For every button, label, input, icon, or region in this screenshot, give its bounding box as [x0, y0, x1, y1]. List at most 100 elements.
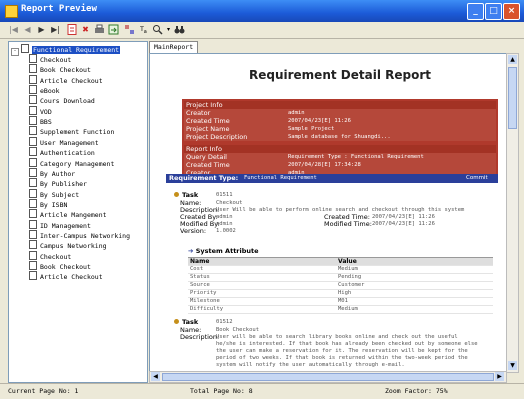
tree-item[interactable]: VOD	[29, 105, 52, 116]
delete-icon[interactable]: ✖	[80, 24, 91, 35]
commit-label: Commit	[466, 175, 488, 181]
horizontal-scrollbar[interactable]: ◀ ▶	[149, 371, 507, 383]
task-bullet-icon	[174, 319, 179, 324]
document-icon	[29, 240, 37, 250]
horizontal-scroll-thumb[interactable]	[162, 373, 494, 381]
requirement-type-label: Requirement Type:	[169, 174, 239, 182]
maximize-button[interactable]: □	[485, 3, 502, 20]
export-icon[interactable]	[108, 24, 119, 35]
document-icon	[29, 178, 37, 188]
scroll-left-icon[interactable]: ◀	[151, 372, 160, 381]
collapse-toggle-icon[interactable]: -	[11, 48, 19, 56]
tree-root-item[interactable]: - Functional Requirement	[11, 44, 121, 56]
tree-item-label: By Subject	[40, 190, 80, 199]
system-attribute-heading: ➔ System Attribute	[188, 247, 259, 255]
tree-item[interactable]: Authentication	[29, 147, 95, 157]
tree-item[interactable]: Article Mangement	[29, 209, 107, 220]
close-button[interactable]: ×	[503, 3, 520, 20]
total-page-status: Total Page No: 8	[190, 387, 253, 395]
title-bar[interactable]: Report Preview _ □ ×	[0, 0, 524, 22]
zoom-dropdown-chevron-icon[interactable]: ▾	[163, 24, 174, 35]
tree-item[interactable]: Article Checkout	[29, 74, 103, 85]
table-row: Difficulty Medium	[188, 306, 493, 314]
tree-item[interactable]: BBS	[29, 116, 52, 127]
text-size-icon[interactable]: Ta	[138, 24, 149, 35]
tree-item-label: Article Mangement	[40, 211, 107, 220]
tree-item[interactable]: Inter-Campus Networking	[29, 229, 130, 240]
tree-item[interactable]: By Publisher	[29, 178, 87, 188]
report_info-row: Created Time 2007/04/28[E] 17:34:28	[184, 161, 496, 169]
description-line: system will notify the user automaticall…	[216, 362, 405, 368]
current-page-status: Current Page No: 1	[8, 387, 79, 395]
tree-item[interactable]: Checkout	[29, 250, 71, 261]
tree-item-label: Cours Download	[40, 97, 95, 106]
scroll-right-icon[interactable]: ▶	[495, 372, 504, 381]
project-info-box: Project Info Creator admin Created Time 200…	[182, 99, 498, 143]
minimize-button[interactable]: _	[467, 3, 484, 20]
attribute-value: Medium	[338, 306, 358, 312]
system-attribute-table: Name Value Cost Medium Status Pending Source…	[188, 257, 493, 314]
project_info-value: admin	[288, 110, 305, 116]
task-1-title: Task	[182, 191, 199, 199]
tree-root-label: Functional Requirement	[32, 46, 121, 54]
first-page-icon[interactable]: |◀	[8, 24, 19, 35]
column-header-name: Name	[190, 258, 210, 265]
tree-item[interactable]: By ISBN	[29, 198, 67, 209]
document-icon	[29, 64, 37, 74]
report_info-value: 2007/04/28[E] 17:34:28	[288, 162, 361, 168]
tree-item[interactable]: By Author	[29, 167, 75, 178]
attribute-value: High	[338, 290, 352, 296]
document-icon	[29, 95, 37, 105]
column-header-value: Value	[338, 258, 357, 265]
table-row: Milestone M01	[188, 298, 493, 306]
tree-item[interactable]: By Subject	[29, 188, 80, 199]
scroll-up-icon[interactable]: ▲	[508, 55, 517, 64]
tree-item[interactable]: Article Checkout	[29, 271, 103, 281]
tree-item[interactable]: Cours Download	[29, 95, 95, 106]
vertical-scrollbar[interactable]: ▲ ▼	[506, 53, 519, 373]
last-page-icon[interactable]: ▶|	[50, 24, 61, 35]
tree-item-label: Supplement Function	[40, 128, 115, 137]
tree-toggle-icon[interactable]	[124, 24, 135, 35]
tree-item[interactable]: Category Management	[29, 157, 114, 168]
attribute-name: Cost	[190, 266, 204, 272]
document-icon	[29, 157, 37, 167]
task-1-version: 1.0002	[216, 228, 236, 234]
document-icon	[29, 209, 37, 219]
next-page-icon[interactable]: ▶	[36, 24, 47, 35]
tab-main-report[interactable]: MainReport	[149, 41, 199, 53]
table-row: Status Pending	[188, 274, 493, 282]
tree-item[interactable]: Book Checkout	[29, 64, 91, 74]
document-icon	[29, 74, 37, 84]
tree-item[interactable]: Campus Networking	[29, 240, 107, 251]
document-icon	[29, 167, 37, 177]
table-header: Name Value	[188, 258, 493, 266]
task-2-title: Task	[182, 318, 199, 326]
scroll-down-icon[interactable]: ▼	[508, 361, 517, 370]
tree-item[interactable]: Checkout	[29, 54, 72, 64]
table-row: Priority High	[188, 290, 493, 298]
tree-item-label: Campus Networking	[40, 242, 107, 251]
window-title: Report Preview	[21, 4, 97, 14]
tree-item[interactable]: Supplement Function	[29, 126, 115, 137]
report-title: Requirement Detail Report	[249, 68, 431, 82]
zoom-icon[interactable]	[152, 24, 163, 35]
tree-item[interactable]: User Management	[29, 136, 99, 147]
description-line: he/she is interested. If that book has a…	[216, 341, 478, 347]
project_info-value: Sample Project	[288, 126, 335, 132]
attribute-value: Pending	[338, 274, 362, 280]
tree-item[interactable]: Book Checkout	[29, 261, 91, 271]
task-1-created-time: 2007/04/23[E] 11:26	[372, 214, 435, 220]
prev-page-icon[interactable]: ◀	[22, 24, 33, 35]
status-bar: Current Page No: 1 Total Page No: 8 Zoom…	[0, 383, 524, 399]
find-binoculars-icon[interactable]	[174, 24, 185, 35]
tree-item-label: Checkout	[40, 56, 72, 64]
tree-item[interactable]: eBook	[29, 85, 60, 96]
vertical-scroll-thumb[interactable]	[508, 67, 517, 129]
print-icon[interactable]	[94, 24, 105, 35]
description-line: period of two weeks. If that book is ret…	[216, 355, 468, 361]
tree-item-label: eBook	[40, 87, 60, 96]
tree-item-label: BBS	[40, 118, 52, 127]
tree-item[interactable]: ID Management	[29, 219, 91, 230]
page-setup-icon[interactable]	[66, 24, 77, 35]
